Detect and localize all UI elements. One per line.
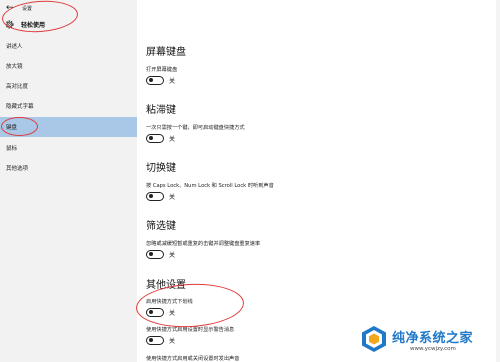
watermark-text-block: 纯净系统之家 www.ycwjzy.com [392,327,473,352]
sidebar-header-label: 轻松使用 [21,22,46,29]
sidebar-item-magnifier[interactable]: 放大镜 [0,56,137,76]
toggle-state-label: 关 [169,310,176,317]
sidebar-item-label: 讲述人 [6,44,23,50]
shortcut-underline-toggle-row: 关 [146,308,175,317]
toggle-state-label: 关 [169,136,176,143]
on-screen-keyboard-toggle-row: 关 [146,76,175,85]
scrollbar[interactable] [496,0,500,362]
setting-description: 按 Caps Lock、Num Lock 和 Scroll Lock 时听到声音 [146,183,274,189]
toggle-knob [148,252,153,257]
toggle-knob [148,194,153,199]
watermark: 纯净系统之家 www.ycwjzy.com [360,325,473,353]
watermark-logo-icon [362,326,386,352]
section-title-sticky-keys: 粘滞键 [146,105,176,116]
toggle-state-label: 关 [169,338,176,345]
back-arrow-icon[interactable]: ← [6,3,18,13]
filter-keys-toggle[interactable] [146,250,164,259]
shortcut-warning-toggle[interactable] [146,336,164,345]
setting-description: 打开屏幕键盘 [146,67,178,73]
sidebar-header[interactable]: 轻松使用 [4,19,45,30]
toggle-knob [148,136,153,141]
toggle-state-label: 关 [169,194,176,201]
shortcut-warning-toggle-row: 关 [146,336,175,345]
section-title-toggle-keys: 切换键 [146,163,176,174]
gear-icon [5,20,14,29]
shortcut-underline-toggle[interactable] [146,308,164,317]
sidebar-item-high-contrast[interactable]: 高对比度 [0,76,137,96]
sidebar-item-narrator[interactable]: 讲述人 [0,36,137,56]
setting-description: 使用快捷方式启用或关闭设置时发出声音 [146,356,240,362]
sidebar-item-closed-captions[interactable]: 隐藏式字幕 [0,96,137,116]
on-screen-keyboard-toggle[interactable] [146,76,164,85]
sticky-keys-toggle-row: 关 [146,134,175,143]
section-title-on-screen-keyboard: 屏幕键盘 [146,47,186,58]
toggle-keys-toggle-row: 关 [146,192,175,201]
watermark-title: 纯净系统之家 [392,330,474,346]
toggle-keys-toggle[interactable] [146,192,164,201]
title-bar: ← 设置 [6,2,32,14]
sidebar-item-label: 鼠标 [6,146,18,152]
setting-description: 启用快捷方式下划线 [146,299,193,305]
section-title-filter-keys: 筛选键 [146,221,176,232]
sidebar-item-label: 高对比度 [6,84,29,90]
section-title-other-settings: 其他设置 [146,280,186,291]
toggle-state-label: 关 [169,78,176,85]
sidebar-item-label: 放大镜 [6,64,23,70]
toggle-knob [148,338,153,343]
watermark-url: www.ycwjzy.com [410,345,456,352]
sidebar-item-mouse[interactable]: 鼠标 [0,138,137,158]
setting-description: 忽略或减缓短暂或重复的击键并调整键盘重复速率 [146,241,261,247]
sidebar-item-keyboard[interactable]: 键盘 [0,117,137,137]
sticky-keys-toggle[interactable] [146,134,164,143]
setting-description: 一次只需按一个键，即可启动键盘快捷方式 [146,125,245,131]
sidebar-item-label: 隐藏式字幕 [6,104,34,110]
sidebar-item-other-options[interactable]: 其他选项 [0,158,137,178]
toggle-knob [148,310,153,315]
sidebar-item-label: 其他选项 [6,166,29,172]
window-title: 设置 [22,5,33,12]
setting-description: 使用快捷方式启用设置时显示警告消息 [146,327,235,333]
settings-content: 屏幕键盘 打开屏幕键盘 关 粘滞键 一次只需按一个键，即可启动键盘快捷方式 关 … [146,0,500,362]
toggle-state-label: 关 [169,252,176,259]
toggle-knob [148,78,153,83]
sidebar: ← 设置 轻松使用 讲述人 放大镜 高对比度 隐藏式字幕 键盘 鼠标 其他选项 [0,0,137,362]
sidebar-item-label: 键盘 [6,125,18,131]
filter-keys-toggle-row: 关 [146,250,175,259]
